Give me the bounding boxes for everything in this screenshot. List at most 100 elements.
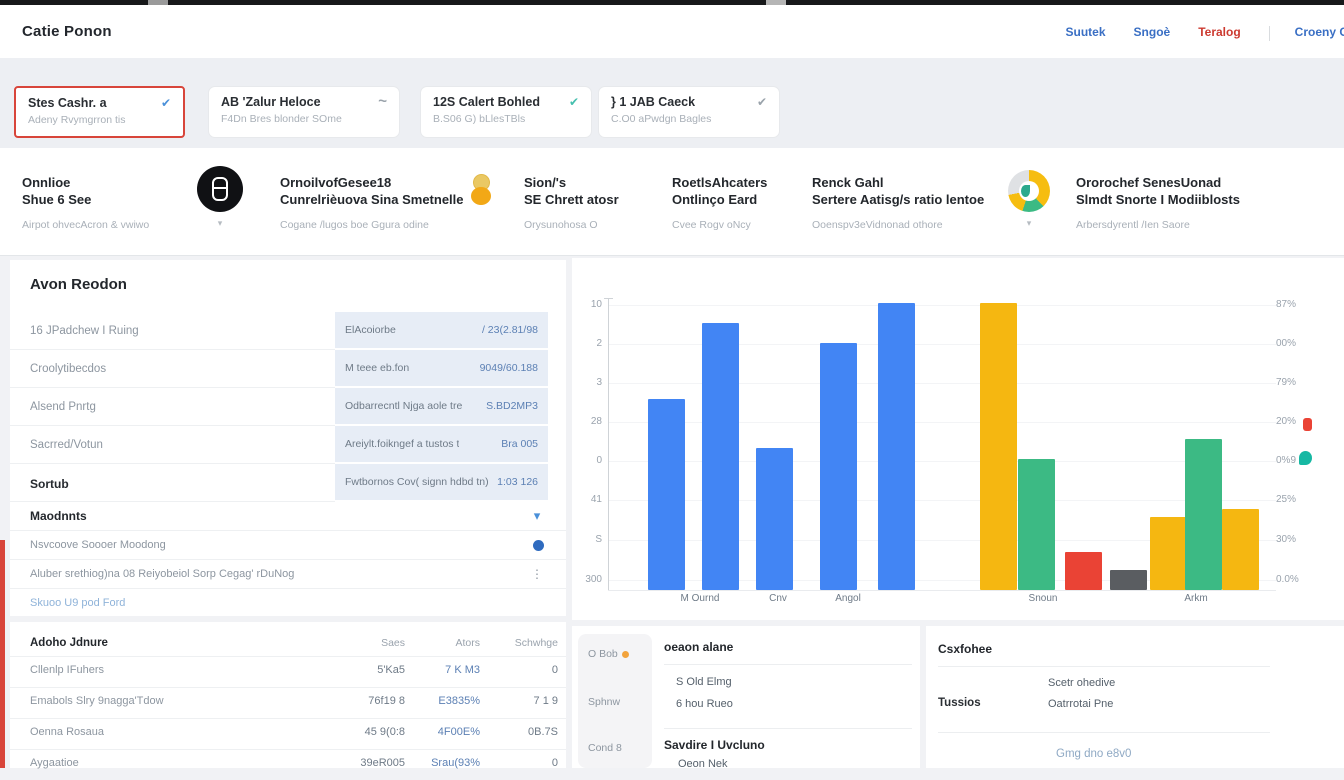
side-tab[interactable]: Cond 8: [588, 742, 622, 754]
action-row-label: Skuoo U9 pod Ford: [30, 597, 544, 609]
y-axis-tick-label: 2: [572, 338, 602, 349]
summary-row-sublabel: ElAcoiorbe: [345, 324, 396, 336]
table-row: Emabols Slry 9nagga'Tdow 76f19 8 E3835% …: [10, 687, 566, 718]
feature-title-line2: Slmdt Snorte I Modiiblosts: [1076, 192, 1240, 207]
chart-bar: [820, 343, 857, 590]
x-axis-label: Cnv: [769, 593, 787, 604]
stat-card-header: 12S Calert Bohled: [433, 95, 579, 109]
chart-gridline: [608, 305, 1276, 306]
y2-axis-tick-label: 30%: [1276, 534, 1296, 545]
checklist-title: Csxfohee: [938, 642, 992, 656]
chart-bar: [648, 399, 685, 590]
feature-title: Sion/'s SE Chrett atosr: [524, 174, 619, 208]
details-item: Oeon Nek: [678, 758, 728, 770]
table-cell-ators-link[interactable]: 4F00E%: [390, 726, 480, 738]
summary-row-field[interactable]: ElAcoiorbe / 23(2.81/98: [335, 312, 548, 350]
legend-marker-red-icon: [1303, 418, 1312, 431]
feature-item[interactable]: Sion/'s SE Chrett atosr Orysunohosa O: [524, 174, 619, 231]
feature-title: Onnlioe Shue 6 See: [22, 174, 149, 208]
feature-item[interactable]: Onnlioe Shue 6 See Airpot ohvecAcron & v…: [22, 174, 149, 231]
summary-row: Croolytibecdos M teee eb.fon 9049/60.188: [10, 350, 566, 388]
nav-link[interactable]: Sngoè: [1134, 25, 1171, 39]
side-tab[interactable]: Sphnw: [588, 696, 620, 708]
feature-item[interactable]: OrnoilvofGesee18 Cunrelrièuova Sina Smet…: [280, 174, 464, 231]
stat-card[interactable]: } 1 JAB Caeck C.O0 aPwdgn Bagles: [598, 86, 780, 138]
stat-card-header: } 1 JAB Caeck: [611, 95, 767, 109]
table-cell-schwhge: 7 1 9: [468, 695, 558, 707]
feature-title-line1: Onnlioe: [22, 175, 70, 190]
table-body: Cllenlp IFuhers 5'Ka5 7 K M3 0 Emabols S…: [10, 656, 566, 780]
table-row-name: Cllenlp IFuhers: [30, 664, 104, 676]
checklist-link[interactable]: Gmg dno e8v0: [1056, 748, 1131, 760]
action-row[interactable]: Skuoo U9 pod Ford: [10, 588, 566, 617]
action-row[interactable]: Nsvcoove Soooer Moodong: [10, 530, 566, 559]
y2-axis-tick-label: 79%: [1276, 377, 1296, 388]
left-accent-bar: [0, 540, 5, 768]
x-axis-label: Angol: [835, 593, 861, 604]
feature-title-line2: Sertere Aatisg/s ratio lentoe: [812, 192, 984, 207]
figure8-badge-icon: [471, 172, 491, 205]
header-nav: Suutek Sngoè Teralog Croeny Cuon: [1066, 5, 1344, 58]
stat-card[interactable]: Stes Cashr. a Adeny Rvymgrron tis: [14, 86, 185, 138]
feature-subtitle: Cvee Rogv oNcy: [672, 219, 767, 231]
summary-row-label: Alsend Pnrtg: [10, 388, 335, 426]
nav-link[interactable]: Croeny Cuon: [1269, 25, 1344, 39]
side-tab-label: O Bob: [588, 648, 618, 660]
feature-title-line2: SE Chrett atosr: [524, 192, 619, 207]
details-section2-title: Savdire I Uvcluno: [664, 738, 765, 752]
table-header-name: Adoho Jdnure: [30, 637, 108, 649]
feature-title: RoetlsAhcaters Ontlinço Eard: [672, 174, 767, 208]
summary-row-field[interactable]: Areiylt.foikngef a tustos t Bra 005: [335, 426, 548, 464]
stat-card-status-icon: [161, 97, 171, 109]
feature-item[interactable]: RoetlsAhcaters Ontlinço Eard Cvee Rogv o…: [672, 174, 767, 231]
stat-card-status-icon: [757, 96, 767, 108]
table-cell-schwhge: 0B.7S: [468, 726, 558, 738]
summary-row-field[interactable]: Fwtbornos Cov( signn hdbd tn) 1:03 126: [335, 464, 548, 502]
stat-card[interactable]: AB 'Zalur Heloce F4Dn Bres blonder SOme: [208, 86, 400, 138]
features-band: Onnlioe Shue 6 See Airpot ohvecAcron & v…: [0, 148, 1344, 256]
side-tab-label: Sphnw: [588, 696, 620, 708]
summary-row-label: Sortub: [10, 464, 335, 502]
chart-bar: [1018, 459, 1055, 590]
summary-row-value: S.BD2MP3: [486, 400, 538, 412]
action-row-icon[interactable]: [530, 507, 544, 525]
summary-row-value: / 23(2.81/98: [482, 324, 538, 336]
feature-item[interactable]: Ororochef SenesUonad Slmdt Snorte I Modi…: [1076, 174, 1240, 231]
nav-link[interactable]: Teralog: [1198, 25, 1240, 39]
summary-row-field[interactable]: M teee eb.fon 9049/60.188: [335, 350, 548, 388]
feature-title-line2: Shue 6 See: [22, 192, 91, 207]
stat-card-title: Stes Cashr. a: [28, 96, 107, 110]
action-row[interactable]: Maodnnts: [10, 502, 566, 530]
details-item: 6 hou Rueo: [676, 698, 733, 710]
stat-cards-band: Stes Cashr. a Adeny Rvymgrron tis AB 'Za…: [0, 58, 1344, 148]
action-row-icon[interactable]: [530, 565, 544, 583]
stat-card-title: } 1 JAB Caeck: [611, 95, 695, 109]
summary-row-field[interactable]: Odbarrecntl Njga aole tre S.BD2MP3: [335, 388, 548, 426]
table-row-name: Aygaatioe: [30, 757, 79, 769]
nav-link[interactable]: Suutek: [1066, 25, 1106, 39]
feature-subtitle: Arbersdyrentl /Ien Saore: [1076, 219, 1240, 231]
y2-axis-tick-label: 20%: [1276, 416, 1296, 427]
table-cell-ators-link[interactable]: Srau(93%: [390, 757, 480, 769]
summary-row-value: Bra 005: [501, 438, 538, 450]
chart-bar: [1110, 570, 1147, 590]
side-tab[interactable]: O Bob: [588, 648, 629, 660]
stat-card[interactable]: 12S Calert Bohled B.S06 G) bLlesTBls: [420, 86, 592, 138]
action-row[interactable]: Aluber srethiog)na 08 Reiyobeiol Sorp Ce…: [10, 559, 566, 588]
summary-row-sublabel: Fwtbornos Cov( signn hdbd tn): [345, 476, 489, 488]
chart-bar: [1065, 552, 1102, 590]
action-row-icon[interactable]: [533, 540, 544, 551]
summary-row-value: 1:03 126: [497, 476, 538, 488]
table-cell-ators-link[interactable]: E3835%: [390, 695, 480, 707]
table-row: Aygaatioe 39eR005 Srau(93% 0: [10, 749, 566, 780]
details-section1-title: oeaon alane: [664, 640, 733, 654]
summary-row-sublabel: Odbarrecntl Njga aole tre: [345, 400, 462, 412]
summary-row-value: 9049/60.188: [480, 362, 538, 374]
table-cell-ators-link[interactable]: 7 K M3: [390, 664, 480, 676]
action-rows: Maodnnts Nsvcoove Soooer Moodong Aluber …: [10, 502, 566, 617]
donut-chart-icon: ▾: [1008, 170, 1050, 228]
y-axis-tick-label: S: [572, 534, 602, 545]
feature-item[interactable]: Renck Gahl Sertere Aatisg/s ratio lentoe…: [812, 174, 984, 231]
table-cell-schwhge: 0: [468, 757, 558, 769]
table-header-ators: Ators: [390, 637, 480, 649]
